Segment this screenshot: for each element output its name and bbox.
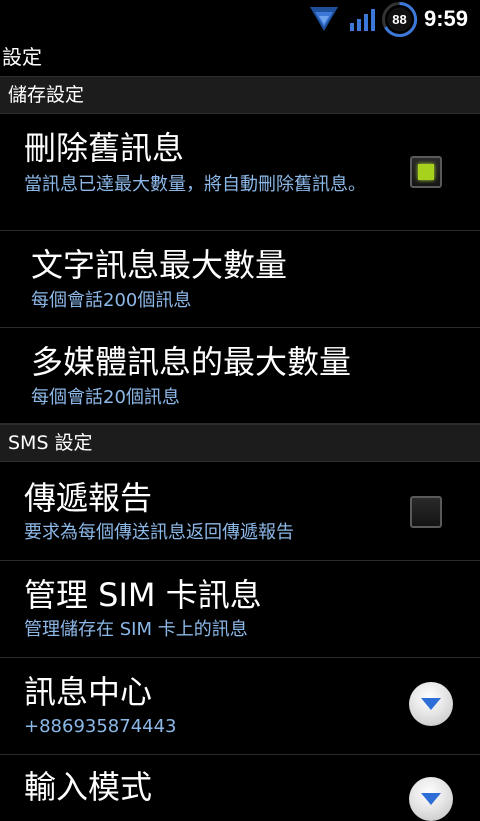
signal-icon [350,9,375,31]
wifi-icon [310,7,338,31]
page-title: 設定 [2,45,42,69]
checkbox-checked-mark [418,164,434,180]
battery-level: 88 [392,12,407,27]
pref-mms-limit[interactable]: 多媒體訊息的最大數量 每個會話20個訊息 [0,328,480,424]
status-clock: 9:59 [424,6,469,31]
pref-text-message-limit[interactable]: 文字訊息最大數量 每個會話200個訊息 [0,231,480,328]
chevron-down-icon [421,793,441,805]
pref-title: 管理 SIM 卡訊息 [24,576,262,614]
pref-summary: 管理儲存在 SIM 卡上的訊息 [24,619,248,640]
pref-summary: 要求為每個傳送訊息返回傳遞報告 [24,522,294,543]
pref-summary: 每個會話20個訊息 [31,387,180,408]
pref-input-mode[interactable]: 輸入模式 [0,755,480,821]
pref-message-center[interactable]: 訊息中心 +886935874443 [0,658,480,755]
delivery-reports-checkbox[interactable] [410,496,442,528]
pref-title: 刪除舊訊息 [24,129,185,167]
section-header-storage: 儲存設定 [0,76,480,114]
status-bar: 88 9:59 [0,0,480,38]
pref-delivery-reports[interactable]: 傳遞報告 要求為每個傳送訊息返回傳遞報告 [0,462,480,561]
pref-summary: 每個會話200個訊息 [31,290,192,311]
pref-title: 多媒體訊息的最大數量 [31,343,352,381]
section-header-sms: SMS 設定 [0,424,480,462]
pref-title: 訊息中心 [24,673,153,711]
message-center-dropdown-button[interactable] [409,682,453,726]
pref-delete-old-messages[interactable]: 刪除舊訊息 當訊息已達最大數量，將自動刪除舊訊息。 [0,114,480,231]
pref-title: 傳遞報告 [24,479,153,517]
pref-summary: 當訊息已達最大數量，將自動刪除舊訊息。 [24,174,366,195]
pref-title: 文字訊息最大數量 [31,246,288,284]
pref-summary: +886935874443 [24,716,177,737]
pref-title: 輸入模式 [24,768,153,806]
chevron-down-icon [421,698,441,710]
pref-manage-sim-messages[interactable]: 管理 SIM 卡訊息 管理儲存在 SIM 卡上的訊息 [0,561,480,658]
input-mode-dropdown-button[interactable] [409,777,453,821]
delete-old-checkbox[interactable] [410,156,442,188]
